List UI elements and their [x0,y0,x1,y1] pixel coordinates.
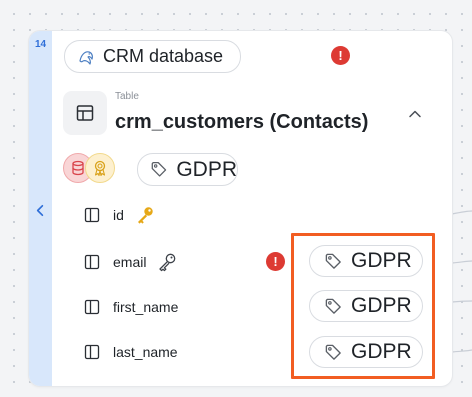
node-side-rail[interactable]: 14 [29,31,52,386]
database-name: CRM database [103,46,224,66]
highlight-annotation-box [291,233,435,379]
warning-icon[interactable]: ! [266,252,285,271]
column-name: email [113,254,147,270]
table-title: crm_customers (Contacts) [115,111,369,133]
rosette-icon [94,160,106,177]
mysql-dolphin-icon [79,50,93,65]
table-kind-label: Table [115,91,139,102]
database-pill[interactable]: CRM database [64,40,241,73]
primary-key-icon [137,207,153,224]
stack-icon [72,160,84,176]
column-icon [84,344,100,360]
column-name: first_name [113,299,179,315]
column-row-last-name[interactable]: last_name [84,341,178,363]
column-row-id[interactable]: id [84,204,156,226]
chevron-up-icon[interactable] [407,106,423,122]
column-icon [84,254,100,270]
column-row-first-name[interactable]: first_name [84,296,178,318]
tag-label: GDPR [176,157,237,181]
table-tag-pill[interactable]: GDPR [137,153,238,186]
column-name: last_name [113,344,178,360]
column-row-email[interactable]: email [84,251,178,273]
table-grid-icon [76,105,94,121]
award-badge-icon[interactable] [85,153,115,183]
column-icon [84,207,100,223]
column-name: id [113,207,124,223]
relation-count: 14 [34,39,47,50]
tag-icon [151,161,167,177]
chevron-left-icon[interactable] [33,203,48,218]
key-outline-icon [159,253,176,272]
warning-icon[interactable]: ! [331,46,350,65]
column-icon [84,299,100,315]
table-icon [63,91,107,135]
